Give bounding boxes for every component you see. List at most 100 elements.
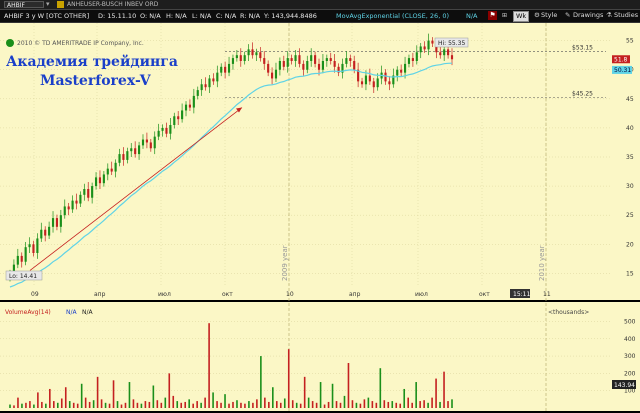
volume-bar bbox=[96, 376, 99, 408]
volume-bar bbox=[343, 395, 346, 408]
candle-body bbox=[212, 78, 215, 82]
volume-bar bbox=[419, 401, 421, 408]
last-volume-label: 143.94 bbox=[614, 382, 635, 389]
candle-body bbox=[415, 52, 418, 61]
candle-body bbox=[216, 72, 219, 82]
volume-tick-label: 200 bbox=[624, 370, 636, 377]
candle-body bbox=[431, 40, 434, 44]
candle-body bbox=[278, 61, 281, 70]
candle-body bbox=[274, 69, 278, 79]
candle-body bbox=[419, 46, 422, 53]
volume-bar bbox=[100, 399, 103, 408]
candle-body bbox=[165, 127, 168, 134]
date-tick-label: апр bbox=[94, 291, 106, 298]
volume-bar bbox=[248, 401, 250, 408]
chart-area[interactable]: 2009 year2010 year 152025303540455055 09… bbox=[0, 23, 640, 411]
hi-badge: Hi: 55.35 bbox=[434, 37, 469, 48]
candle-body bbox=[55, 218, 59, 227]
symbol-dropdown-icon[interactable]: ▾ bbox=[46, 0, 50, 8]
volume-bar bbox=[25, 402, 27, 408]
high-readout: H: N/A bbox=[166, 12, 187, 20]
candle-body bbox=[40, 229, 43, 239]
range-readout: R: N/A bbox=[240, 12, 261, 20]
volume-bar bbox=[268, 401, 270, 408]
candle-body bbox=[126, 151, 129, 160]
volume-bar bbox=[379, 368, 382, 408]
candle-body bbox=[353, 61, 356, 70]
drawings-button[interactable]: Drawings bbox=[573, 11, 603, 20]
study-label: MovAvgExponential (CLOSE, 26, 0) bbox=[336, 12, 449, 20]
volume-bar bbox=[228, 403, 230, 408]
candle-body bbox=[48, 226, 51, 236]
candle-body bbox=[314, 55, 317, 64]
volume-bar bbox=[164, 397, 167, 408]
volume-bar bbox=[88, 401, 91, 408]
candle-body bbox=[302, 63, 305, 70]
volume-bar bbox=[347, 363, 350, 408]
td-logo-icon bbox=[6, 39, 14, 47]
candle-body bbox=[270, 72, 274, 79]
date-tick-label: июл bbox=[158, 291, 171, 298]
candle-body bbox=[423, 46, 426, 50]
price-tick-label: 45 bbox=[626, 96, 634, 103]
candle-body bbox=[138, 145, 141, 155]
studies-button[interactable]: Studies bbox=[614, 11, 638, 20]
volume-bar bbox=[407, 397, 409, 408]
volume-bar bbox=[13, 405, 15, 408]
volume-bar bbox=[403, 388, 406, 408]
candle-body bbox=[75, 200, 78, 204]
zoom-icon[interactable]: ⊞ bbox=[502, 12, 507, 19]
ema-value-tag: 50.31 bbox=[612, 65, 632, 74]
alert-icon[interactable]: ⚑ bbox=[488, 11, 497, 20]
candle-body bbox=[71, 200, 74, 210]
style-button[interactable]: Style bbox=[541, 11, 557, 20]
candle-body bbox=[177, 116, 180, 120]
volume-bar bbox=[80, 383, 83, 408]
candle-body bbox=[130, 148, 133, 152]
style-gear-icon[interactable]: ⚙ bbox=[534, 11, 540, 20]
date-tick-label: окт bbox=[222, 291, 233, 298]
symbol-input[interactable]: AHBIF bbox=[4, 1, 44, 9]
volume-bar bbox=[224, 394, 226, 408]
volume-bar bbox=[435, 378, 437, 408]
volume-bar bbox=[427, 402, 429, 408]
volume-bar bbox=[311, 401, 314, 408]
candle-body bbox=[368, 75, 371, 82]
aggregation-button[interactable]: Wk bbox=[513, 11, 530, 22]
candle-body bbox=[110, 168, 113, 172]
studies-flask-icon[interactable]: ⚗ bbox=[606, 11, 612, 20]
volume-bar bbox=[192, 403, 194, 408]
candle-body bbox=[224, 66, 227, 73]
time-label: 15:11 bbox=[513, 291, 530, 298]
volume-bar bbox=[196, 401, 198, 408]
year-label: 2009 year bbox=[281, 245, 289, 281]
lo-badge: Lo: 14.41 bbox=[5, 270, 43, 281]
overlay-title-line2: Masterforex-V bbox=[40, 73, 151, 89]
date-tick-label: 09 bbox=[31, 291, 39, 298]
company-name: ANHEUSER-BUSCH INBEV ORD bbox=[67, 1, 159, 8]
volume-bar bbox=[45, 403, 47, 408]
drawings-pencil-icon[interactable]: ✎ bbox=[565, 11, 570, 20]
volume-bar bbox=[188, 399, 190, 408]
volume-bar bbox=[351, 400, 354, 408]
time-tag: 15:11 bbox=[510, 289, 530, 298]
ema-value-label: 50.31 bbox=[614, 67, 631, 74]
candle-body bbox=[114, 162, 117, 172]
volume-bar bbox=[68, 401, 71, 408]
candle-body bbox=[102, 174, 105, 184]
candle-body bbox=[63, 206, 66, 216]
volume-bar bbox=[315, 402, 318, 408]
candle-body bbox=[200, 84, 203, 91]
volume-bar bbox=[132, 399, 135, 408]
candle-body bbox=[51, 218, 55, 227]
volume-value-1: N/A bbox=[66, 309, 78, 316]
volume-bar bbox=[41, 401, 43, 408]
candle-body bbox=[317, 63, 321, 70]
volume-bar bbox=[303, 376, 306, 408]
candle-body bbox=[36, 238, 39, 253]
candle-body bbox=[235, 55, 238, 59]
volume-bar bbox=[367, 397, 370, 408]
candle-body bbox=[321, 61, 324, 70]
volume-bar bbox=[200, 402, 202, 408]
link-color-icon[interactable] bbox=[57, 1, 64, 8]
